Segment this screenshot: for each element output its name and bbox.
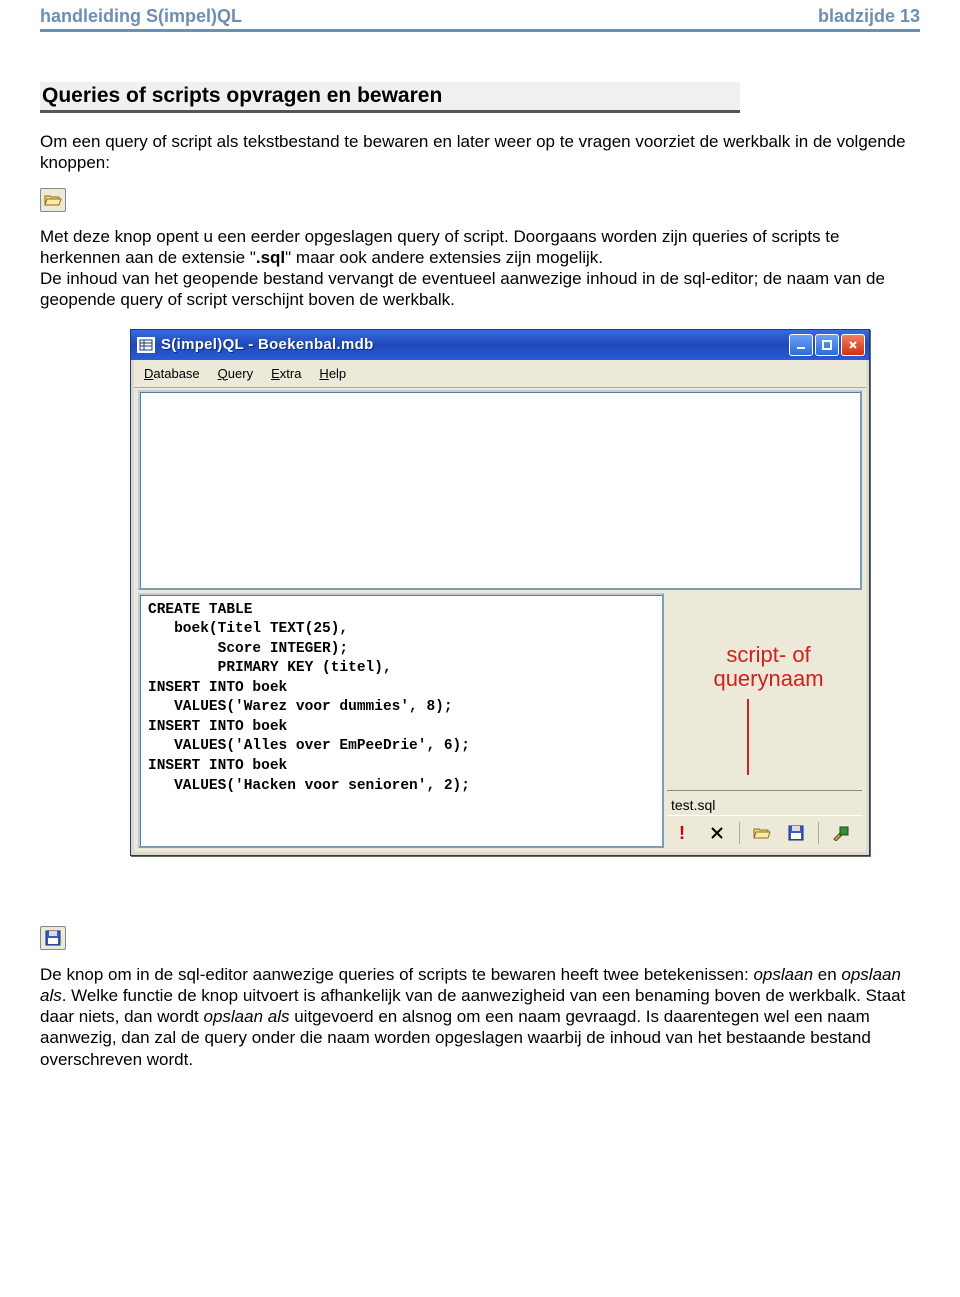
save-floppy-icon bbox=[40, 926, 66, 950]
callout-line bbox=[747, 699, 749, 775]
minimize-button[interactable] bbox=[789, 334, 813, 356]
page-header: handleiding S(impel)QL bladzijde 13 bbox=[40, 0, 920, 29]
lower-area: CREATE TABLE boek(Titel TEXT(25), Score … bbox=[138, 593, 862, 848]
header-right: bladzijde 13 bbox=[818, 6, 920, 27]
open-description: Met deze knop opent u een eerder opgesla… bbox=[40, 226, 920, 311]
toolbar-separator-2 bbox=[818, 822, 819, 844]
maximize-button[interactable] bbox=[815, 334, 839, 356]
results-pane bbox=[138, 390, 862, 590]
sql-editor[interactable]: CREATE TABLE boek(Titel TEXT(25), Score … bbox=[138, 593, 664, 848]
menu-extra[interactable]: Extra bbox=[271, 366, 301, 381]
cancel-icon[interactable] bbox=[703, 820, 731, 846]
open-folder-icon bbox=[40, 188, 66, 212]
menu-database[interactable]: Database bbox=[144, 366, 200, 381]
client-area: CREATE TABLE boek(Titel TEXT(25), Score … bbox=[134, 387, 866, 852]
side-panel: script- of querynaam test.sql ! bbox=[667, 593, 862, 848]
section-title: Queries of scripts opvragen en bewaren bbox=[40, 82, 740, 113]
save-icon[interactable] bbox=[782, 820, 810, 846]
filename-label: test.sql bbox=[667, 790, 862, 815]
toolbar-separator bbox=[739, 822, 740, 844]
svg-text:!: ! bbox=[679, 824, 685, 842]
side-spacer: script- of querynaam bbox=[667, 593, 862, 790]
editor-toolbar: ! bbox=[667, 815, 862, 848]
callout-label: script- of querynaam bbox=[675, 643, 862, 691]
window-controls bbox=[789, 334, 865, 356]
intro-paragraph: Om een query of script als tekstbestand … bbox=[40, 131, 920, 174]
design-icon[interactable] bbox=[827, 820, 855, 846]
header-left: handleiding S(impel)QL bbox=[40, 6, 242, 27]
app-window: S(impel)QL - Boekenbal.mdb Database Quer… bbox=[130, 329, 870, 856]
close-button[interactable] bbox=[841, 334, 865, 356]
menubar-container: Database Query Extra Help CREATE TABLE b… bbox=[131, 360, 869, 855]
save-description: De knop om in de sql-editor aanwezige qu… bbox=[40, 964, 920, 1070]
execute-icon[interactable]: ! bbox=[669, 820, 697, 846]
menu-query[interactable]: Query bbox=[218, 366, 253, 381]
app-icon bbox=[137, 337, 155, 353]
header-rule bbox=[40, 29, 920, 32]
open-icon[interactable] bbox=[748, 820, 776, 846]
titlebar: S(impel)QL - Boekenbal.mdb bbox=[131, 330, 869, 360]
menubar: Database Query Extra Help bbox=[134, 360, 866, 387]
menu-help[interactable]: Help bbox=[319, 366, 346, 381]
window-title: S(impel)QL - Boekenbal.mdb bbox=[161, 336, 789, 353]
